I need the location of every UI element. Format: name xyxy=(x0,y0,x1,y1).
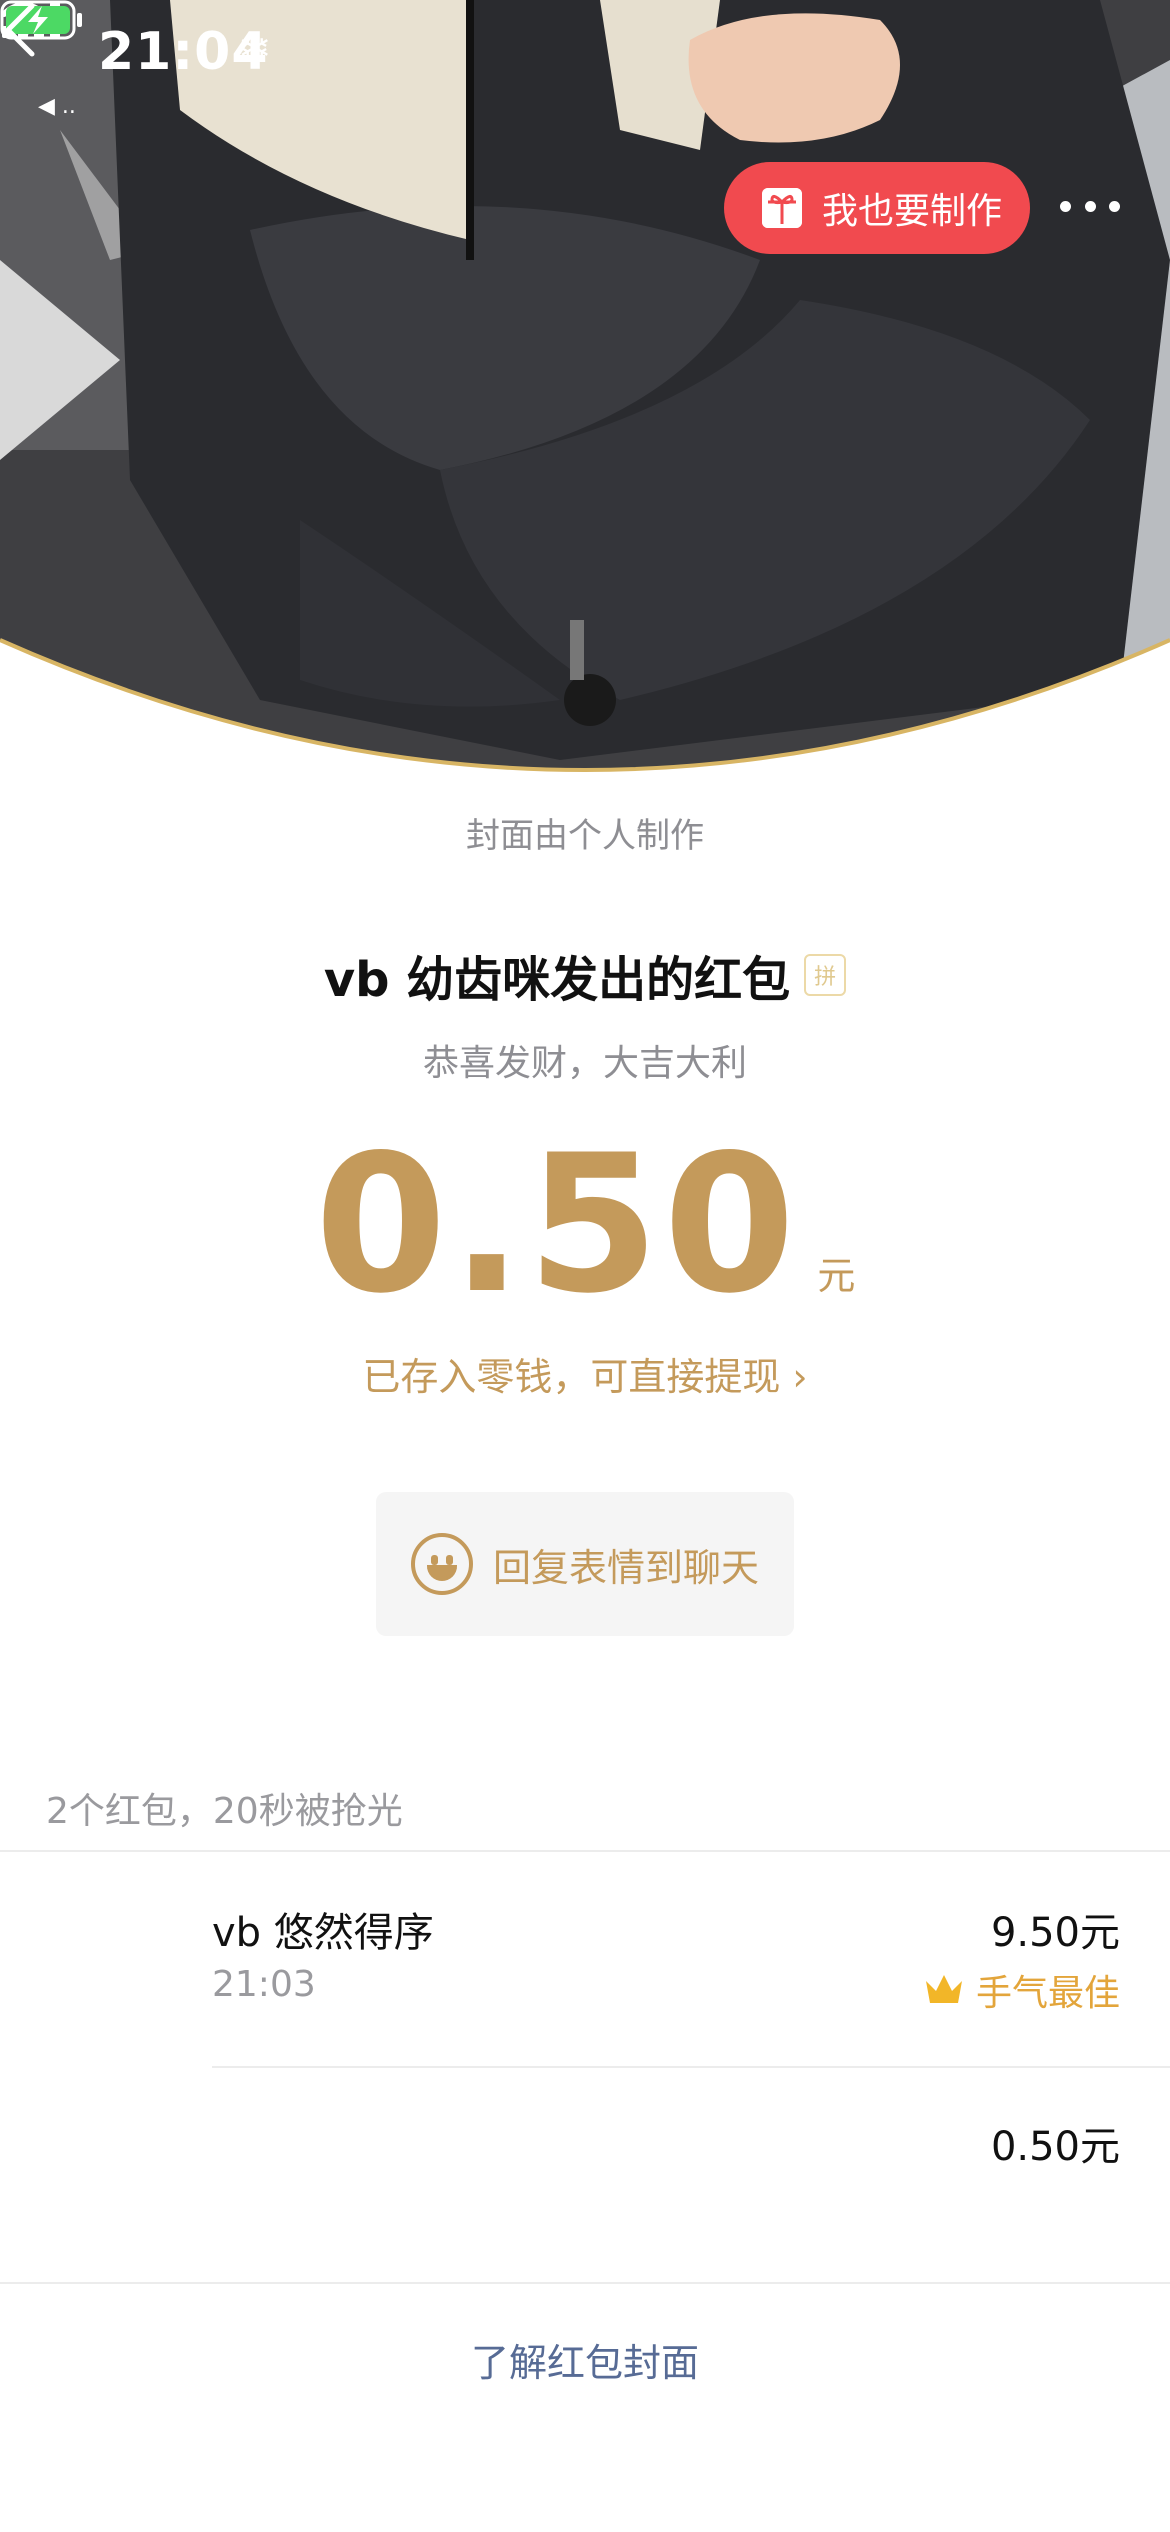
sender-title-row: vb 幼齿咪发出的红包 拼 xyxy=(0,940,1170,1010)
make-cover-label: 我也要制作 xyxy=(822,191,1003,232)
record-name: vb 悠然得序 xyxy=(212,1910,434,1956)
chevron-right-icon: › xyxy=(792,1355,808,1399)
pin-badge: 拼 xyxy=(804,954,847,996)
record-amount: 0.50元 xyxy=(990,2124,1120,2170)
received-amount: 0.50 xyxy=(314,1114,800,1335)
amount-unit: 元 xyxy=(817,1254,856,1298)
wallet-note: 已存入零钱，可直接提现 xyxy=(362,1355,781,1399)
reply-sticker-button[interactable]: 回复表情到聊天 xyxy=(376,1492,794,1636)
red-packet-detail-page: 21:04 ❄ ◀ .. 我也要制作 封面由个人制作 vb 幼齿咪发出的红包 拼… xyxy=(0,0,1170,2532)
gift-icon xyxy=(762,188,802,228)
record-time: 21:03 xyxy=(212,1964,316,2005)
crown-icon xyxy=(925,1975,962,2003)
record-amount: 9.50元 xyxy=(990,1910,1120,1956)
wallet-withdraw-link[interactable]: 已存入零钱，可直接提现 › xyxy=(0,1346,1170,1401)
records-summary: 2个红包，20秒被抢光 xyxy=(46,1791,403,1832)
cover-photo-illustration xyxy=(0,0,1170,790)
make-cover-button[interactable]: 我也要制作 xyxy=(724,162,1030,254)
divider xyxy=(212,2066,1170,2068)
more-icon[interactable] xyxy=(1060,178,1120,234)
snowflake-icon: ❄ xyxy=(238,26,272,72)
divider xyxy=(0,1850,1170,1852)
back-chevron-icon[interactable] xyxy=(0,0,40,60)
learn-cover-link[interactable]: 了解红包封面 xyxy=(0,2332,1170,2387)
cover-photo: 21:04 ❄ ◀ .. 我也要制作 xyxy=(0,0,1170,790)
reply-sticker-label: 回复表情到聊天 xyxy=(492,1545,759,1590)
sender-title: vb 幼齿咪发出的红包 xyxy=(323,952,791,1008)
cover-credit-note: 封面由个人制作 xyxy=(466,816,704,856)
smiley-icon xyxy=(410,1533,473,1595)
best-luck-badge: 手气最佳 xyxy=(924,1964,1120,2016)
amount-row: 0.50 元 xyxy=(0,1130,1170,1320)
greeting-text: 恭喜发财，大吉大利 xyxy=(422,1043,747,1084)
best-luck-label: 手气最佳 xyxy=(975,1973,1120,2014)
back-to-app-link[interactable]: ◀ .. xyxy=(38,94,76,119)
divider xyxy=(0,2282,1170,2284)
status-bar: 21:04 ❄ ◀ .. xyxy=(0,0,1170,119)
